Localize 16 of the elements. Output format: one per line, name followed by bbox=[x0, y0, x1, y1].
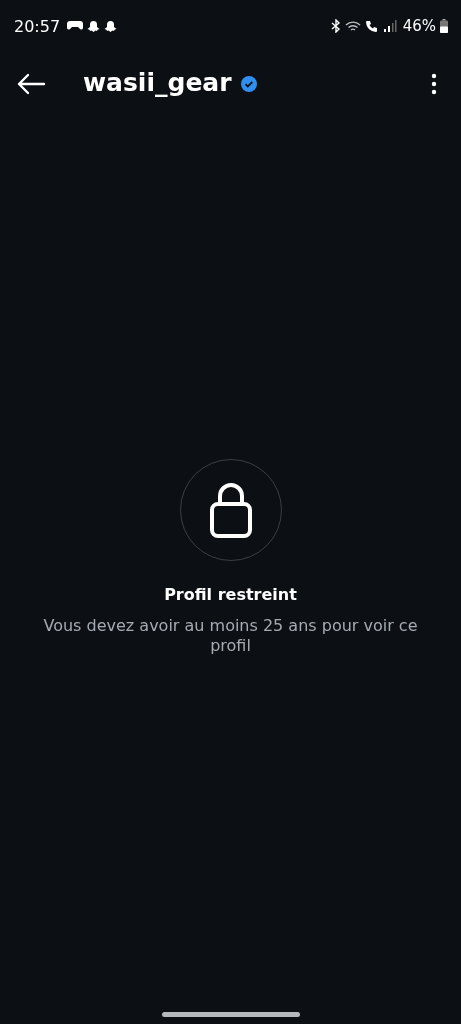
wifi-icon bbox=[344, 19, 361, 33]
more-options-button[interactable] bbox=[431, 73, 437, 95]
ghost-icon bbox=[87, 19, 101, 33]
back-button[interactable] bbox=[16, 73, 46, 95]
gamepad-icon bbox=[67, 20, 84, 32]
bluetooth-icon bbox=[330, 19, 341, 33]
ghost-icon bbox=[104, 19, 118, 33]
phone-icon bbox=[364, 19, 379, 33]
battery-icon bbox=[440, 19, 448, 33]
lock-icon bbox=[208, 482, 253, 538]
signal-icon bbox=[382, 20, 397, 32]
battery-percent: 46% bbox=[402, 17, 436, 35]
status-time: 20:57 bbox=[14, 16, 61, 36]
restricted-title: Profil restreint bbox=[164, 585, 297, 604]
username: wasii_gear bbox=[83, 67, 232, 97]
restricted-message: Vous devez avoir au moins 25 ans pour voir ce profil bbox=[42, 616, 419, 656]
